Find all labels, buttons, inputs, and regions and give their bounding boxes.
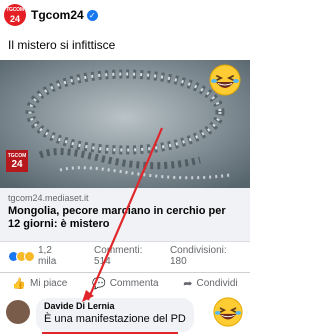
post-text: Il mistero si infittisce (8, 38, 116, 52)
share-label: Condividi (196, 278, 238, 289)
comment-text: È una manifestazione del PD (44, 313, 186, 325)
verified-badge-icon: ✓ (86, 9, 98, 21)
comment-label: Commenta (109, 278, 159, 289)
reaction-count[interactable]: 1,2 mila (38, 245, 72, 267)
comment-icon: 💬 (91, 278, 106, 290)
page-name[interactable]: Tgcom24 (31, 8, 84, 22)
laughing-emoji-icon (209, 64, 241, 96)
reaction-icons[interactable] (8, 250, 35, 262)
share-icon: ➦ (183, 278, 193, 290)
commenter-name[interactable]: Davide Di Lernia (44, 301, 186, 311)
post-header: TGCOM 24 Tgcom24 ✓ (4, 2, 250, 28)
shares-count[interactable]: Condivisioni: 180 (170, 245, 244, 267)
avatar-logo-text: TGCOM (6, 7, 24, 13)
thumbs-up-icon: 👍 (12, 278, 27, 290)
tgcom24-watermark-logo: TGCOM 24 (6, 150, 28, 172)
comment-button[interactable]: 💬 Commenta (92, 277, 159, 290)
page-avatar[interactable]: TGCOM 24 (4, 4, 26, 26)
post-stats: 1,2 mila Commenti: 514 Condivisioni: 180 (8, 245, 244, 267)
like-button[interactable]: 👍 Mi piace (12, 277, 67, 290)
link-preview[interactable]: tgcom24.mediaset.it Mongolia, pecore mar… (0, 188, 250, 242)
comment: Davide Di Lernia È una manifestazione de… (6, 298, 246, 334)
action-bar: 👍 Mi piace 💬 Commenta ➦ Condividi (0, 272, 250, 294)
laughing-emoji-icon (213, 297, 243, 327)
like-label: Mi piace (30, 278, 68, 289)
wow-reaction-icon (24, 250, 35, 262)
avatar-logo-number: 24 (9, 14, 20, 24)
comments-count[interactable]: Commenti: 514 (94, 245, 160, 267)
link-title[interactable]: Mongolia, pecore marciano in cerchio per… (8, 205, 233, 231)
share-button[interactable]: ➦ Condividi (183, 277, 237, 290)
link-domain: tgcom24.mediaset.it (8, 193, 89, 203)
comment-bubble: Davide Di Lernia È una manifestazione de… (36, 298, 194, 332)
commenter-avatar[interactable] (6, 300, 30, 324)
